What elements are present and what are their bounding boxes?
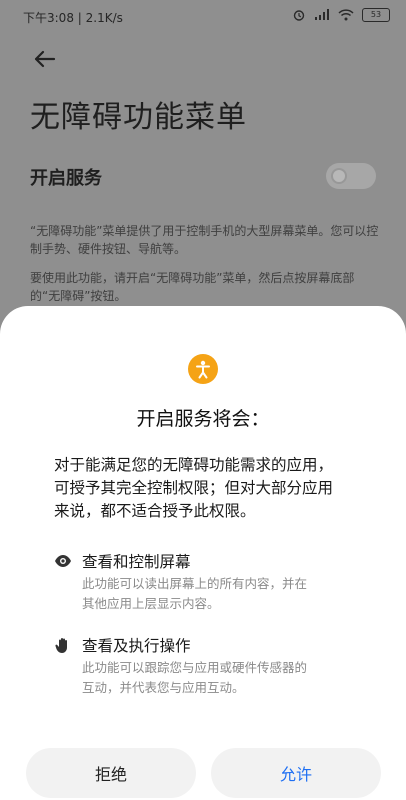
intro-line-2: 可授予其完全控制权限；但对大部分应用 <box>54 479 334 497</box>
description-2-line-2: 的“无障碍”按钮。 <box>30 289 127 303</box>
enable-service-toggle[interactable] <box>326 163 376 189</box>
description-1-line-2: 制手势、硬件按钮、导航等。 <box>30 242 187 256</box>
permission-description-line-1: 此功能可以跟踪您与应用或硬件传感器的 <box>82 660 308 675</box>
description-2: 要使用此功能，请开启“无障碍功能”菜单，然后点按屏幕底部 的“无障碍”按钮。 <box>30 269 380 305</box>
eye-icon <box>55 555 71 567</box>
toggle-knob <box>331 168 347 184</box>
permission-description-line-1: 此功能可以读出屏幕上的所有内容，并在 <box>82 576 308 591</box>
hand-icon <box>55 638 67 653</box>
page-title: 无障碍功能菜单 <box>30 100 247 135</box>
permission-description: 此功能可以读出屏幕上的所有内容，并在 其他应用上层显示内容。 <box>82 574 382 614</box>
enable-service-label: 开启服务 <box>30 168 102 189</box>
alarm-icon <box>293 10 305 21</box>
back-arrow-icon[interactable] <box>28 42 62 76</box>
intro-line-1: 对于能满足您的无障碍功能需求的应用， <box>54 456 334 474</box>
wifi-icon <box>338 9 354 21</box>
deny-button[interactable]: 拒绝 <box>26 748 196 798</box>
battery-indicator: 53 <box>362 8 390 22</box>
dialog-title: 开启服务将会： <box>136 408 270 430</box>
accessibility-icon <box>188 354 218 384</box>
signal-icon <box>315 9 329 20</box>
description-2-line-1: 要使用此功能，请开启“无障碍功能”菜单，然后点按屏幕底部 <box>30 271 355 285</box>
intro-line-3: 来说，都不适合授予此权限。 <box>54 502 256 520</box>
status-bar: 下午3:08 | 2.1K/s 53 <box>0 0 406 36</box>
permission-title: 查看及执行操作 <box>82 637 191 655</box>
description-1-line-1: “无障碍功能”菜单提供了用于控制手机的大型屏幕菜单。您可以控 <box>30 224 379 238</box>
status-time-speed: 下午3:08 | 2.1K/s <box>23 11 123 25</box>
permission-dialog: 开启服务将会： 对于能满足您的无障碍功能需求的应用， 可授予其完全控制权限；但对… <box>0 306 406 800</box>
permission-description-line-2: 其他应用上层显示内容。 <box>82 596 220 611</box>
status-icons: 53 <box>292 8 390 22</box>
allow-button[interactable]: 允许 <box>211 748 381 798</box>
permission-title: 查看和控制屏幕 <box>82 553 191 571</box>
description-1: “无障碍功能”菜单提供了用于控制手机的大型屏幕菜单。您可以控 制手势、硬件按钮、… <box>30 222 380 258</box>
permission-description-line-2: 互动，并代表您与应用互动。 <box>82 680 245 695</box>
dialog-intro: 对于能满足您的无障碍功能需求的应用， 可授予其完全控制权限；但对大部分应用 来说… <box>54 454 372 523</box>
permission-description: 此功能可以跟踪您与应用或硬件传感器的 互动，并代表您与应用互动。 <box>82 658 382 698</box>
